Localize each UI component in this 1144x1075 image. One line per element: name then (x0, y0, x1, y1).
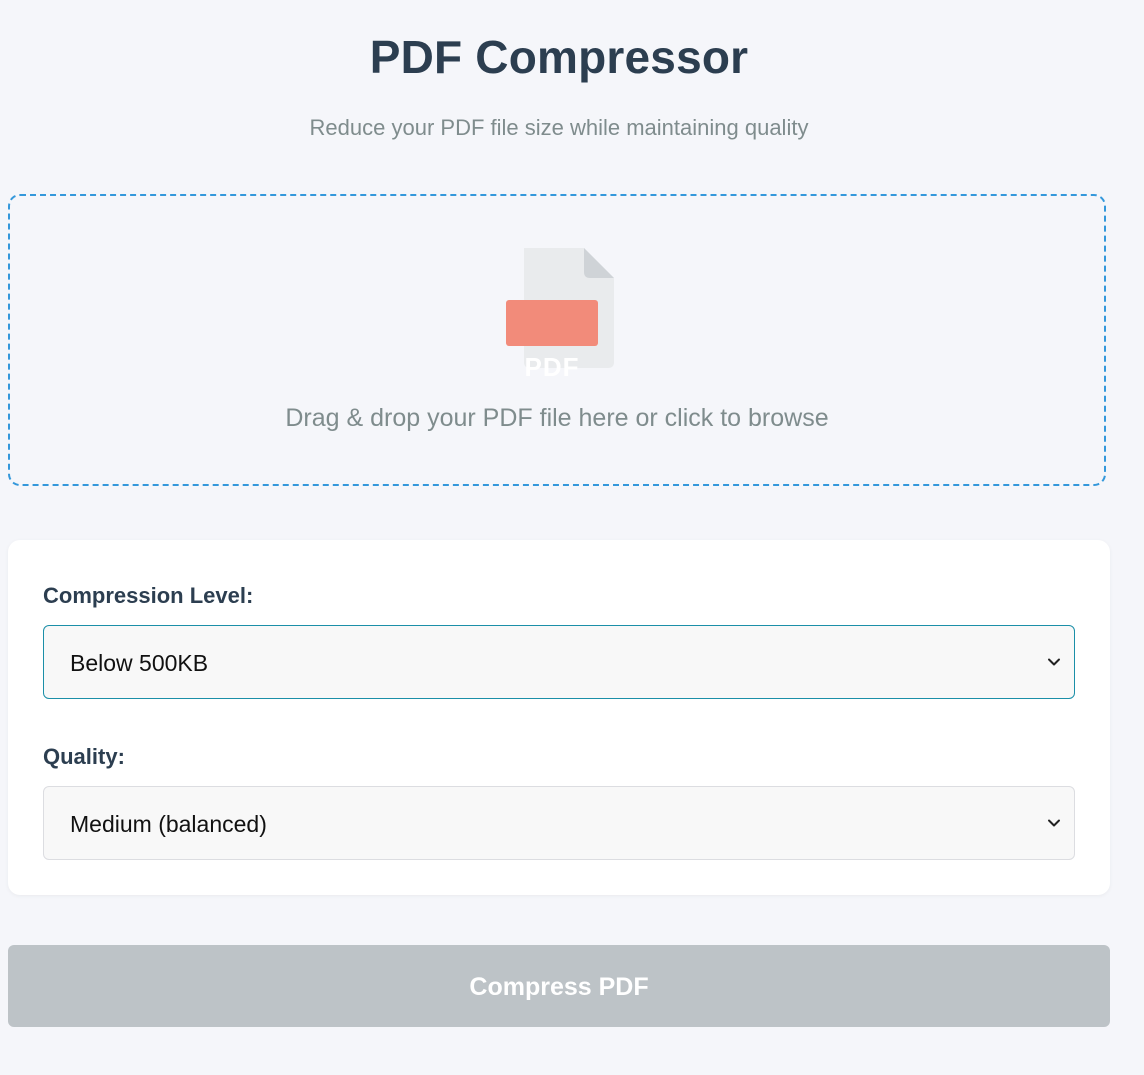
pdf-compressor-page: PDF Compressor Reduce your PDF file size… (0, 0, 1144, 1075)
settings-card: Compression Level: Below 500KB Quality: … (8, 540, 1110, 895)
quality-label: Quality: (43, 744, 125, 769)
quality-value: Medium (balanced) (70, 811, 267, 837)
page-title: PDF Compressor (369, 31, 749, 83)
page-subtitle: Reduce your PDF file size while maintain… (309, 115, 809, 140)
file-drop-zone[interactable]: PDF Drag & drop your PDF file here or cl… (8, 194, 1106, 486)
compression-level-select[interactable]: Below 500KB (43, 625, 1075, 699)
compression-level-value: Below 500KB (70, 650, 209, 676)
pdf-file-icon: PDF (506, 244, 616, 382)
compression-level-label: Compression Level: (43, 583, 254, 608)
drop-prompt: Drag & drop your PDF file here or click … (285, 404, 829, 432)
chevron-down-icon (1048, 658, 1060, 666)
pdf-badge-label: PDF (524, 352, 580, 382)
chevron-down-icon (1048, 819, 1060, 827)
compress-pdf-button[interactable]: Compress PDF (8, 945, 1110, 1027)
quality-select[interactable]: Medium (balanced) (43, 786, 1075, 860)
